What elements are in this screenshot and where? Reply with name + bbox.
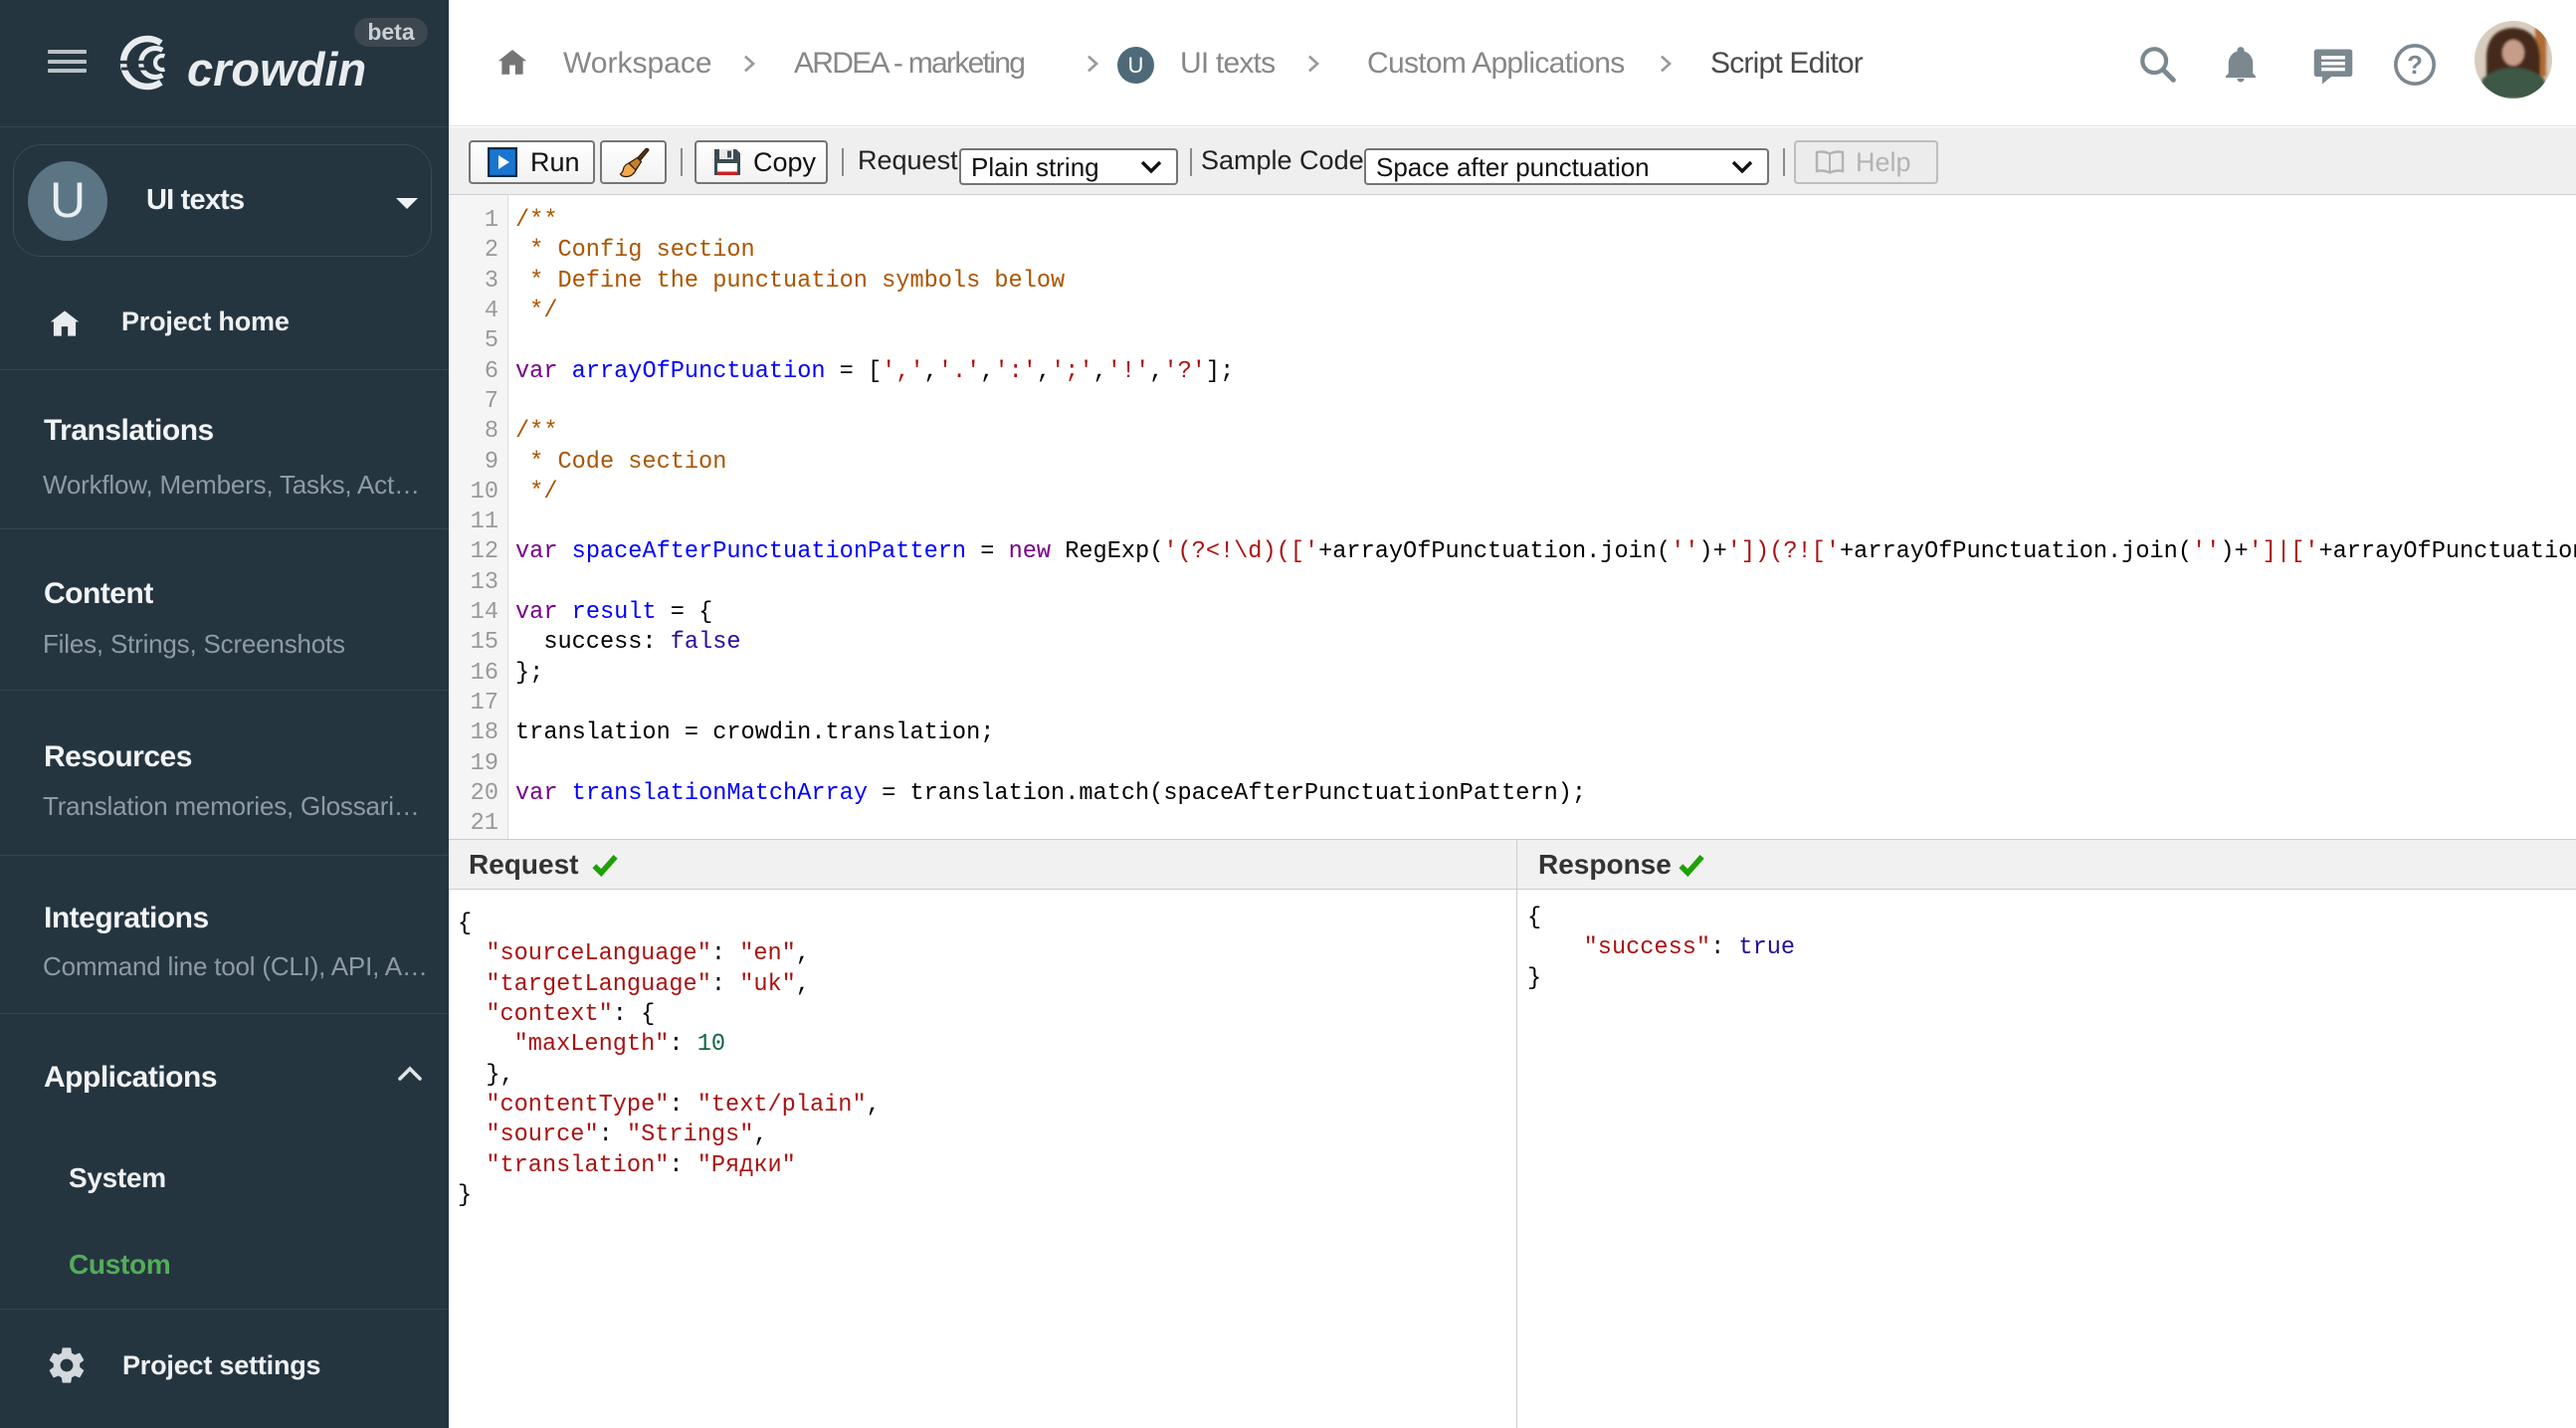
svg-text:?: ? xyxy=(2407,52,2423,80)
